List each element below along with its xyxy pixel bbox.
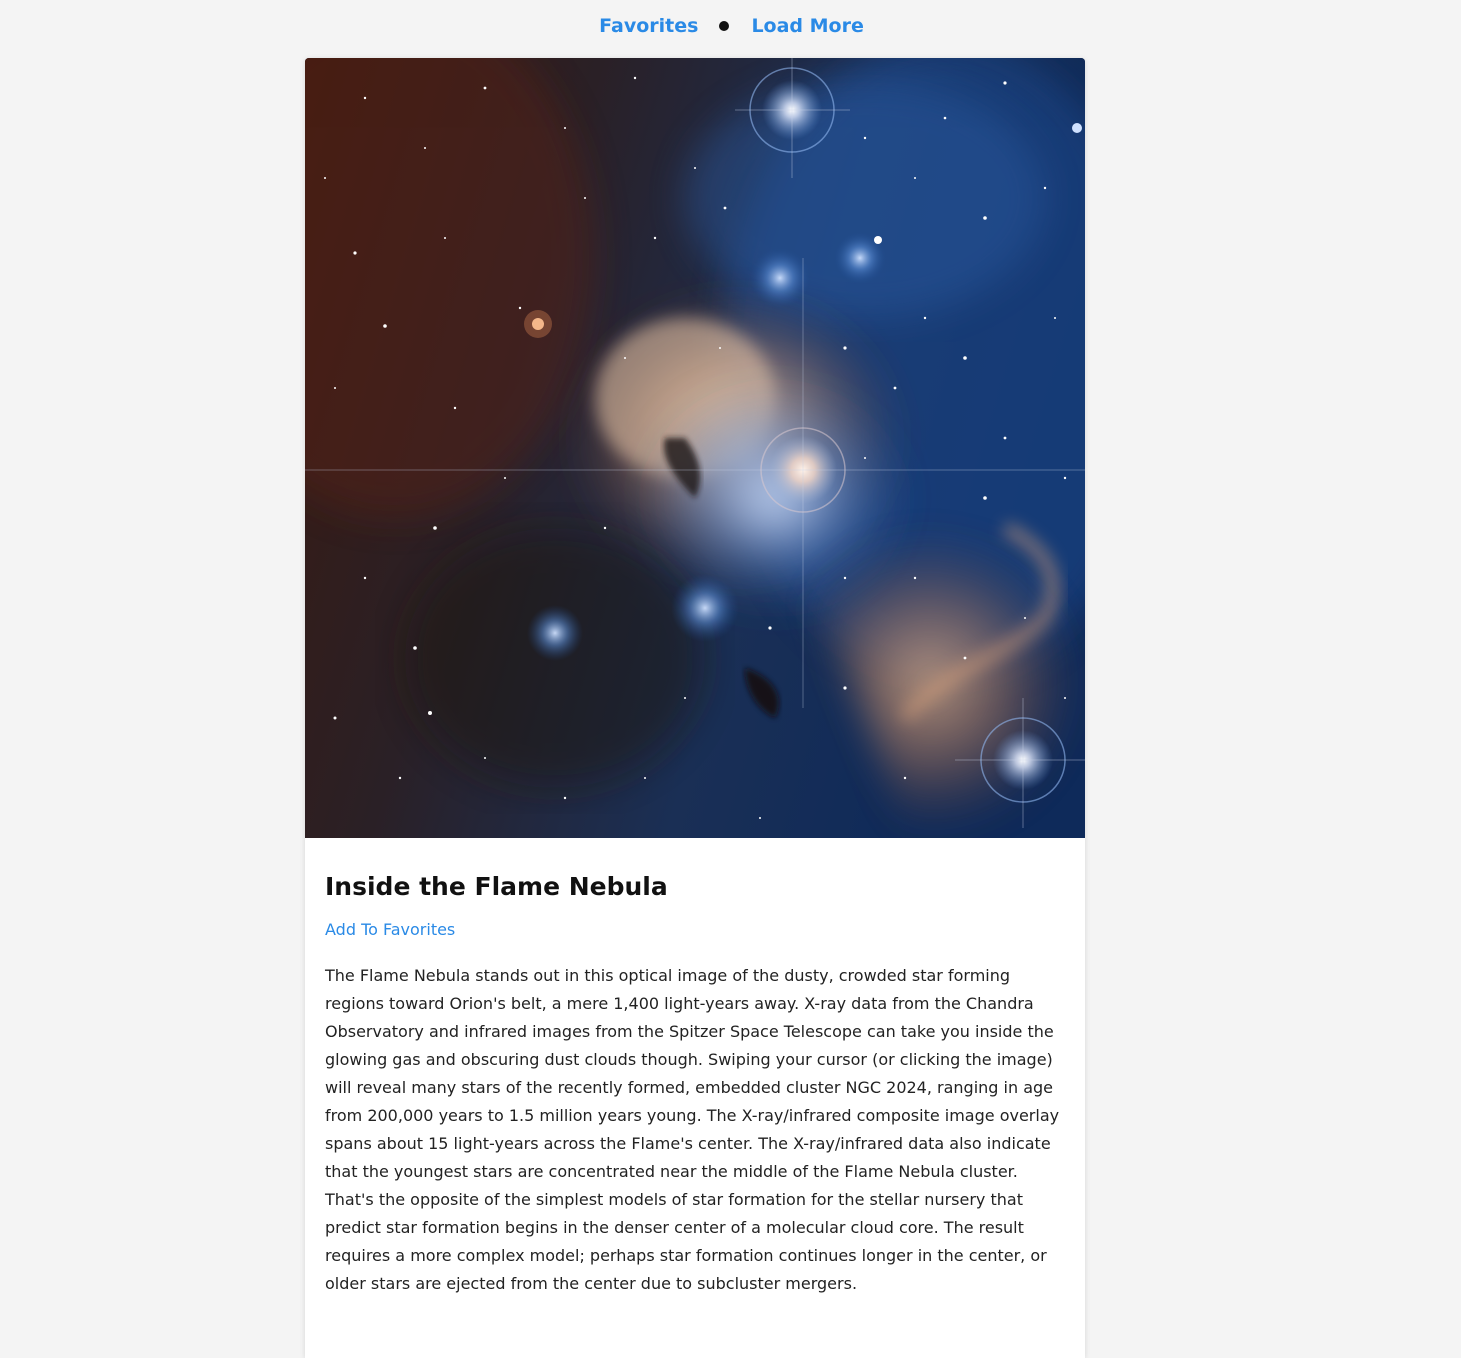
apod-card: Inside the Flame Nebula Add To Favorites… xyxy=(305,58,1085,1358)
load-more-link[interactable]: Load More xyxy=(751,15,863,37)
top-nav: Favorites Load More xyxy=(0,0,1461,52)
card-content: Inside the Flame Nebula Add To Favorites… xyxy=(305,838,1085,1298)
page-title: Inside the Flame Nebula xyxy=(325,872,668,901)
nebula-image[interactable] xyxy=(305,58,1085,838)
article-description: The Flame Nebula stands out in this opti… xyxy=(325,966,1060,1293)
favorites-link[interactable]: Favorites xyxy=(599,15,698,37)
nav-separator-dot xyxy=(719,21,730,31)
add-to-favorites-link[interactable]: Add To Favorites xyxy=(325,920,455,939)
